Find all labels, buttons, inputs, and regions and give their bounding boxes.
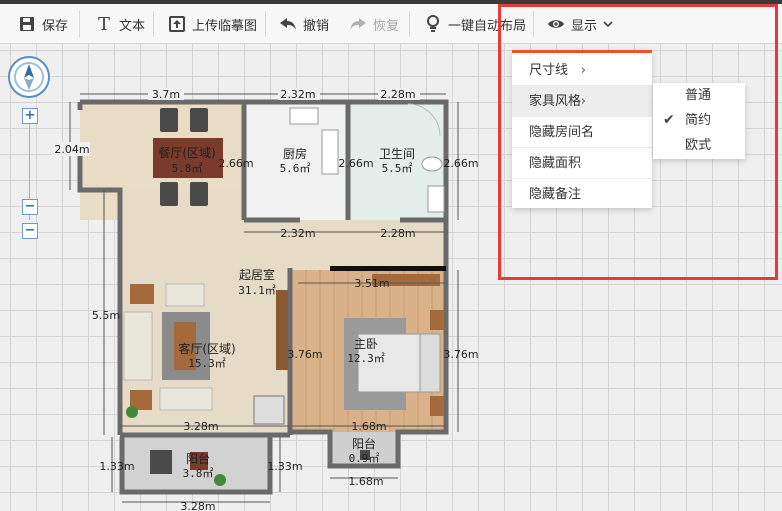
eye-icon <box>547 15 565 33</box>
dim-balcony-right: 1.33m <box>267 460 302 473</box>
redo-label: 恢复 <box>373 18 400 34</box>
text-label: 文本 <box>119 18 146 34</box>
menu-item-label: 隐藏面积 <box>529 156 582 171</box>
dim-dining-kitchen: 2.66m <box>218 157 253 170</box>
dim-left-main: 5.5m <box>92 309 120 322</box>
chevron-right-icon: › <box>580 63 586 78</box>
dim-small-balcony: 1.68m <box>348 475 383 488</box>
text-t-icon: T <box>97 13 110 35</box>
dim-top-dining: 3.7m <box>152 88 180 101</box>
dim-bottom-bedroom: 1.68m <box>351 420 386 433</box>
redo-arrow-icon <box>349 15 367 33</box>
dim-right-bedroom: 3.76m <box>443 348 478 361</box>
zoom-out-button[interactable]: − <box>22 223 38 239</box>
upload-trace-button[interactable]: 上传临摹图 <box>168 4 257 44</box>
menu-item-hide-notes[interactable]: 隐藏备注 <box>512 179 652 210</box>
auto-layout-label: 一键自动布局 <box>448 18 527 34</box>
menu-item-dimension-lines[interactable]: 尺寸线 › <box>512 55 652 86</box>
display-dropdown-menu: 尺寸线 › 家具风格 › 隐藏房间名 隐藏面积 隐藏备注 <box>512 50 652 208</box>
dim-bottom-living: 3.28m <box>183 420 218 433</box>
room-area-dining: 5.8㎡ <box>172 162 203 175</box>
toolbar-divider <box>79 11 80 37</box>
room-area-living-room: 31.1㎡ <box>238 284 276 297</box>
room-area-lounge: 15.3㎡ <box>188 357 226 370</box>
undo-arrow-icon <box>279 15 297 33</box>
menu-item-label: 家具风格 <box>529 94 582 109</box>
room-name-bathroom: 卫生间 <box>379 147 415 161</box>
room-area-master-bedroom: 12.3㎡ <box>347 352 385 365</box>
text-button[interactable]: T 文本 <box>95 4 145 44</box>
furniture-style-submenu: 普通 ✔ 简约 欧式 <box>653 83 745 159</box>
display-menu-button[interactable]: 显示 <box>547 4 613 44</box>
toolbar-divider <box>265 11 266 37</box>
lightbulb-icon <box>424 15 442 33</box>
redo-button[interactable]: 恢复 <box>349 4 399 44</box>
menu-item-hide-room-names[interactable]: 隐藏房间名 <box>512 117 652 148</box>
style-option-label: 欧式 <box>685 138 712 153</box>
dim-right-bath: 2.66m <box>443 157 478 170</box>
dim-kitchen-bath: 2.66m <box>338 157 373 170</box>
menu-item-label: 隐藏备注 <box>529 187 582 202</box>
toolbar-divider <box>153 11 154 37</box>
dim-mid-bath: 2.28m <box>380 227 415 240</box>
floppy-icon <box>18 15 36 33</box>
display-label: 显示 <box>571 18 598 34</box>
menu-item-label: 隐藏房间名 <box>529 125 595 140</box>
chevron-down-icon <box>603 15 613 33</box>
zoom-level-marker[interactable]: − <box>22 199 38 215</box>
dim-top-bath: 2.28m <box>380 88 415 101</box>
room-area-bathroom: 5.5㎡ <box>382 162 413 175</box>
style-option-european[interactable]: 欧式 <box>653 133 745 158</box>
room-name-living-room: 起居室 <box>239 267 275 282</box>
dim-mid-kitchen: 2.32m <box>280 227 315 240</box>
room-name-kitchen: 厨房 <box>283 146 307 161</box>
room-area-kitchen: 5.6㎡ <box>280 162 311 175</box>
menu-item-label: 尺寸线 <box>529 63 569 78</box>
dim-bottom-balcony: 3.28m <box>180 500 215 511</box>
upload-label: 上传临摹图 <box>192 18 258 34</box>
checkmark-icon: ✔ <box>663 112 675 128</box>
room-name-small-balcony: 阳台 <box>352 436 376 451</box>
upload-icon <box>168 15 186 33</box>
toolbar: 保存 T 文本 上传临摹图 撤销 恢复 一键自动布局 显示 <box>0 4 782 44</box>
dim-living-bedroom: 3.76m <box>287 348 322 361</box>
dim-bedroom-top: 3.51m <box>354 277 389 290</box>
room-name-master-bedroom: 主卧 <box>354 337 378 351</box>
style-option-simple[interactable]: ✔ 简约 <box>653 108 745 133</box>
toolbar-divider <box>533 11 534 37</box>
zoom-in-button[interactable]: + <box>22 108 38 124</box>
style-option-label: 简约 <box>685 113 712 128</box>
save-button[interactable]: 保存 <box>18 4 68 44</box>
dim-top-kitchen: 2.32m <box>280 88 315 101</box>
menu-item-furniture-style[interactable]: 家具风格 › <box>512 86 652 117</box>
room-area-balcony: 3.8㎡ <box>183 467 214 480</box>
compass-icon <box>14 62 44 92</box>
undo-button[interactable]: 撤销 <box>279 4 329 44</box>
undo-label: 撤销 <box>303 18 330 34</box>
chevron-right-icon: › <box>580 94 586 109</box>
menu-item-hide-area[interactable]: 隐藏面积 <box>512 148 652 179</box>
compass[interactable] <box>8 56 50 98</box>
bedroom-window-wall <box>330 266 446 271</box>
room-name-balcony: 阳台 <box>186 451 210 466</box>
dim-balcony-left: 1.33m <box>99 460 134 473</box>
room-name-lounge: 客厅(区域) <box>178 341 235 356</box>
style-option-normal[interactable]: 普通 <box>653 83 745 108</box>
dim-left-dining: 2.04m <box>54 143 89 156</box>
style-option-label: 普通 <box>685 88 712 103</box>
room-name-dining: 餐厅(区域) <box>158 145 215 160</box>
toolbar-divider <box>409 11 410 37</box>
save-label: 保存 <box>42 18 69 34</box>
auto-layout-button[interactable]: 一键自动布局 <box>424 4 526 44</box>
room-area-small-balcony: 0.9㎡ <box>349 452 380 465</box>
